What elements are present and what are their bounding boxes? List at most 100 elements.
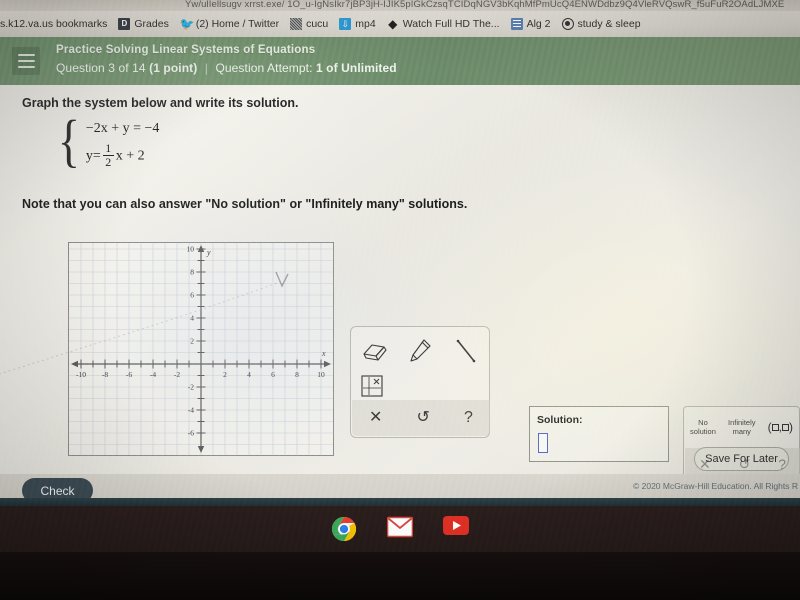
clear-graph-button[interactable]: ✕ bbox=[369, 410, 382, 426]
line-tool[interactable] bbox=[452, 338, 480, 364]
bookmark-label: Alg 2 bbox=[526, 18, 551, 30]
monitor-bezel bbox=[0, 552, 800, 600]
check-button-label: Check bbox=[40, 483, 75, 498]
bookmarks-bar[interactable]: s.k12.va.us bookmarks D Grades 🐦 (2) Hom… bbox=[0, 11, 800, 37]
y-tick-label: -2 bbox=[188, 383, 194, 392]
x-tick-label: 6 bbox=[271, 370, 275, 379]
bookmark-label: Watch Full HD The... bbox=[402, 18, 500, 30]
bookmark-label: study & sleep bbox=[577, 18, 641, 30]
browser-address-bar[interactable]: Yw/ulIellsugv xrrst.exe/ 1O_u-IgNsIkr7jB… bbox=[0, 0, 800, 11]
ordered-pair-y-slot[interactable] bbox=[781, 424, 789, 432]
fraction-denominator: 2 bbox=[105, 155, 112, 169]
infinitely-many-button[interactable]: Infinitely many bbox=[728, 419, 756, 436]
document-icon bbox=[510, 18, 523, 30]
fraction-numerator: 1 bbox=[105, 141, 112, 155]
x-axis-arrow-right bbox=[324, 360, 331, 368]
y-axis-arrow-down bbox=[197, 446, 205, 453]
bookmark-item[interactable]: D Grades bbox=[118, 11, 169, 37]
eraser-icon bbox=[363, 344, 387, 361]
y-tick-label: 10 bbox=[187, 245, 195, 254]
x-tick-label: -4 bbox=[150, 370, 156, 379]
pencil-icon bbox=[410, 339, 431, 362]
no-solution-line2: solution bbox=[690, 427, 716, 436]
y-tick-label: 2 bbox=[190, 337, 194, 346]
youtube-glyph bbox=[443, 516, 469, 535]
x-tick-label: 2 bbox=[223, 370, 227, 379]
ordered-pair-close: ) bbox=[788, 420, 793, 435]
bookmark-label: (2) Home / Twitter bbox=[195, 18, 280, 30]
line-icon bbox=[456, 339, 476, 363]
bookmark-item[interactable]: ◆ Watch Full HD The... bbox=[387, 11, 500, 37]
ordered-pair-x-slot[interactable] bbox=[771, 424, 779, 432]
x-tick-label: -10 bbox=[76, 370, 86, 379]
attempt-value: 1 of Unlimited bbox=[315, 61, 397, 75]
equation-2: y= 1 2 x + 2 bbox=[85, 141, 160, 169]
hamburger-icon[interactable] bbox=[12, 47, 40, 75]
question-status: Question 3 of 14 (1 point) | Question At… bbox=[56, 61, 397, 75]
bookmark-item[interactable]: s.k12.va.us bookmarks bbox=[0, 11, 107, 37]
undo-graph-button[interactable]: ↺ bbox=[417, 410, 430, 426]
x-axis-arrow-left bbox=[71, 360, 78, 368]
y-tick-label: -4 bbox=[188, 406, 194, 415]
bookmark-label: cucu bbox=[306, 18, 329, 30]
x-axis-label: x bbox=[321, 349, 326, 358]
fraction-one-half: 12 bbox=[102, 141, 114, 169]
save-for-later-label: Save For Later bbox=[705, 453, 778, 465]
x-tick-label: 8 bbox=[295, 370, 299, 379]
brace-symbol: { bbox=[57, 108, 81, 173]
bookmark-item[interactable]: cucu bbox=[290, 11, 328, 37]
bookmark-label: mp4 bbox=[355, 18, 376, 30]
gmail-icon[interactable] bbox=[386, 516, 414, 542]
equation-2-lhs: y bbox=[85, 148, 93, 164]
graph-axes bbox=[73, 247, 329, 451]
plot-point-icon bbox=[361, 375, 383, 397]
equation-2-equals: = bbox=[92, 148, 101, 164]
chrome-icon[interactable] bbox=[331, 516, 357, 542]
question-number: Question 3 of 14 bbox=[56, 61, 146, 75]
y-axis-label: y bbox=[206, 248, 211, 257]
x-tick-label: -6 bbox=[126, 370, 132, 379]
screen-photo: Yw/ulIellsugv xrrst.exe/ 1O_u-IgNsIkr7jB… bbox=[0, 0, 800, 600]
solution-label: Solution: bbox=[537, 414, 583, 426]
eraser-tool[interactable] bbox=[360, 338, 388, 364]
mp4-icon: ⇩ bbox=[339, 18, 352, 30]
bookmark-item[interactable]: Alg 2 bbox=[510, 11, 551, 37]
chrome-glyph bbox=[331, 517, 357, 541]
save-for-later-button[interactable]: Save For Later bbox=[694, 447, 789, 471]
x-tick-label: -8 bbox=[102, 370, 108, 379]
bookmark-label: Grades bbox=[134, 18, 169, 30]
system-of-equations: { −2x + y = −4 y= 1 2 x + 2 bbox=[55, 108, 160, 173]
coordinate-graph[interactable]: -10 -8 -6 -4 -2 2 4 6 8 10 10 8 6 4 2 -2… bbox=[68, 242, 334, 456]
graph-svg[interactable]: -10 -8 -6 -4 -2 2 4 6 8 10 10 8 6 4 2 -2… bbox=[69, 243, 333, 455]
solution-input[interactable] bbox=[538, 433, 548, 453]
cucu-icon bbox=[290, 18, 303, 30]
diamond-icon: ◆ bbox=[388, 17, 398, 31]
ordered-pair-button[interactable]: (,) bbox=[768, 420, 793, 435]
bookmark-item[interactable]: study & sleep bbox=[561, 11, 641, 37]
status-separator: | bbox=[204, 61, 208, 75]
equation-1-text: −2x + y = −4 bbox=[85, 121, 160, 136]
bookmark-item[interactable]: 🐦 (2) Home / Twitter bbox=[180, 11, 279, 37]
question-page: Graph the system below and write its sol… bbox=[0, 85, 800, 474]
no-solution-button[interactable]: No solution bbox=[690, 419, 716, 436]
gmail-glyph bbox=[386, 516, 414, 538]
taskbar[interactable] bbox=[0, 506, 800, 552]
solution-box[interactable]: Solution: bbox=[529, 406, 669, 462]
graph-drawing-toolbar[interactable]: ✕ ↺ ? bbox=[350, 326, 490, 438]
pencil-tool[interactable] bbox=[406, 338, 434, 364]
bookmark-item[interactable]: ⇩ mp4 bbox=[339, 11, 376, 37]
y-tick-label: 6 bbox=[190, 291, 194, 300]
x-tick-label: 4 bbox=[247, 370, 251, 379]
youtube-icon[interactable] bbox=[443, 516, 469, 542]
app-header: Practice Solving Linear Systems of Equat… bbox=[0, 37, 800, 85]
attempt-label: Question Attempt: bbox=[215, 61, 313, 75]
y-tick-label: 8 bbox=[190, 268, 194, 277]
plot-point-tool[interactable] bbox=[361, 375, 383, 402]
question-note: Note that you can also answer "No soluti… bbox=[22, 197, 468, 211]
twitter-icon: 🐦 bbox=[179, 17, 195, 31]
grades-icon: D bbox=[118, 18, 131, 30]
x-tick-label: 10 bbox=[317, 370, 325, 379]
graph-help-button[interactable]: ? bbox=[464, 410, 473, 426]
copyright-text: © 2020 McGraw-Hill Education. All Rights… bbox=[633, 481, 798, 491]
x-tick-label: -2 bbox=[174, 370, 180, 379]
